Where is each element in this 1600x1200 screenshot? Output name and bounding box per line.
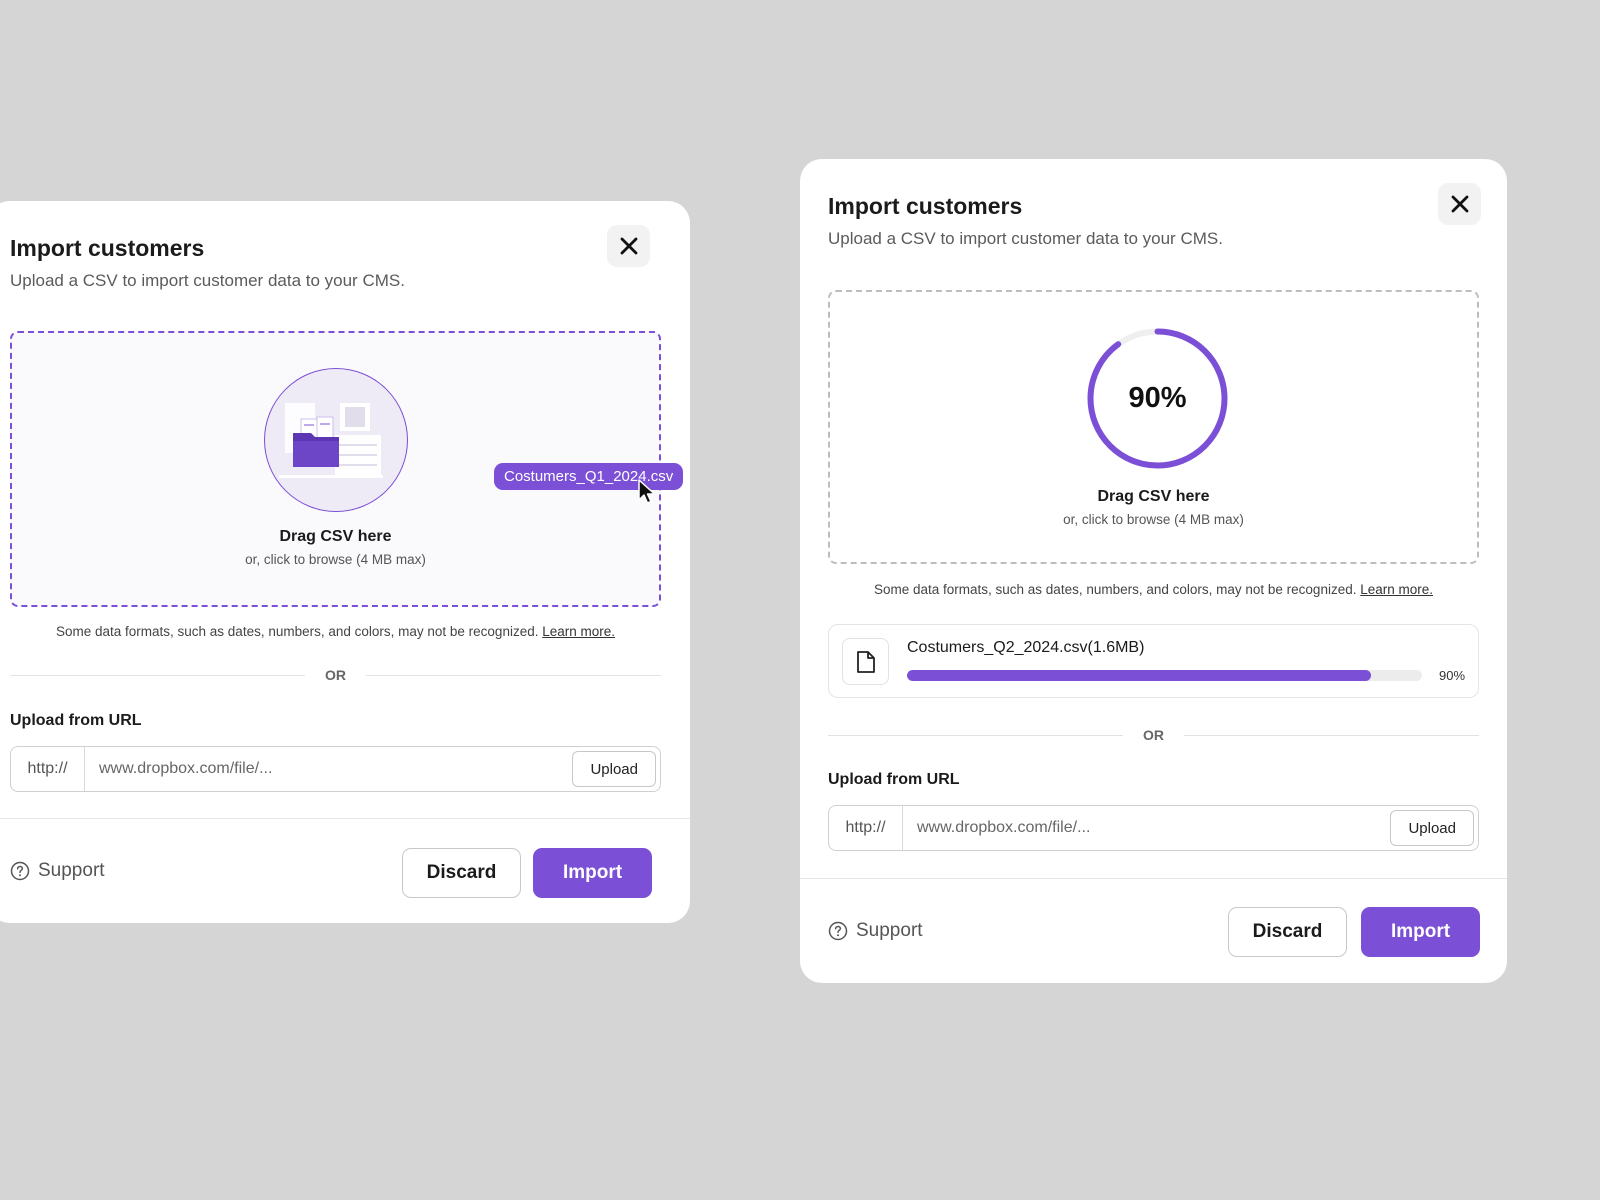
url-prefix: http:// (11, 747, 85, 791)
url-field: http:// Upload (10, 746, 661, 792)
upload-button[interactable]: Upload (1390, 810, 1474, 846)
dropzone-subtitle: or, click to browse (4 MB max) (245, 552, 426, 567)
or-separator: OR (828, 725, 1479, 745)
close-icon (1451, 195, 1468, 213)
url-field: http:// Upload (828, 805, 1479, 851)
upload-url-label: Upload from URL (10, 712, 142, 729)
uploading-file-card: Costumers_Q2_2024.csv(1.6MB) 90% (828, 624, 1479, 698)
import-customers-dialog-uploading: Import customers Upload a CSV to import … (800, 159, 1507, 983)
url-prefix: http:// (829, 806, 903, 850)
file-name: Costumers_Q2_2024.csv(1.6MB) (907, 639, 1145, 656)
mouse-cursor-icon (638, 479, 656, 504)
close-button[interactable] (1438, 183, 1481, 225)
upload-button[interactable]: Upload (572, 751, 656, 787)
or-text: OR (1143, 727, 1164, 743)
format-note: Some data formats, such as dates, number… (10, 624, 661, 639)
close-button[interactable] (607, 225, 650, 267)
upload-url-label: Upload from URL (828, 771, 960, 788)
learn-more-link[interactable]: Learn more. (542, 624, 615, 639)
dropzone-title: Drag CSV here (1097, 488, 1210, 505)
dialog-subtitle: Upload a CSV to import customer data to … (828, 229, 1223, 248)
discard-button[interactable]: Discard (402, 848, 521, 898)
footer-divider (0, 818, 690, 819)
support-label: Support (38, 860, 105, 881)
support-link[interactable]: Support (828, 920, 923, 942)
help-circle-icon (828, 921, 848, 941)
file-icon-box (842, 638, 889, 685)
import-customers-dialog: Import customers Upload a CSV to import … (0, 201, 690, 923)
discard-button[interactable]: Discard (1228, 907, 1347, 957)
folder-documents-illustration (264, 368, 408, 512)
file-progress-text: 90% (1439, 668, 1466, 683)
url-input[interactable] (903, 819, 1391, 837)
file-progress-bar (907, 670, 1422, 681)
dropzone-title: Drag CSV here (279, 528, 392, 545)
dropzone-subtitle: or, click to browse (4 MB max) (1063, 512, 1244, 527)
import-button[interactable]: Import (533, 848, 652, 898)
close-icon (620, 237, 637, 255)
format-note: Some data formats, such as dates, number… (828, 582, 1479, 597)
upload-progress-text: 90% (1128, 382, 1187, 414)
dialog-subtitle: Upload a CSV to import customer data to … (10, 271, 405, 290)
file-progress-fill (907, 670, 1371, 681)
csv-dropzone[interactable]: 90% Drag CSV here or, click to browse (4… (828, 290, 1479, 564)
format-note-text: Some data formats, such as dates, number… (55, 624, 539, 639)
or-text: OR (325, 667, 346, 683)
import-button[interactable]: Import (1361, 907, 1480, 957)
dialog-title: Import customers (828, 193, 1023, 219)
file-icon (856, 650, 875, 673)
footer-divider (800, 878, 1507, 879)
format-note-text: Some data formats, such as dates, number… (873, 582, 1357, 597)
or-separator: OR (10, 665, 661, 685)
help-circle-icon (10, 861, 30, 881)
support-label: Support (856, 920, 923, 941)
url-input[interactable] (85, 760, 573, 778)
support-link[interactable]: Support (10, 860, 105, 882)
dialog-title: Import customers (10, 235, 205, 261)
learn-more-link[interactable]: Learn more. (1360, 582, 1433, 597)
